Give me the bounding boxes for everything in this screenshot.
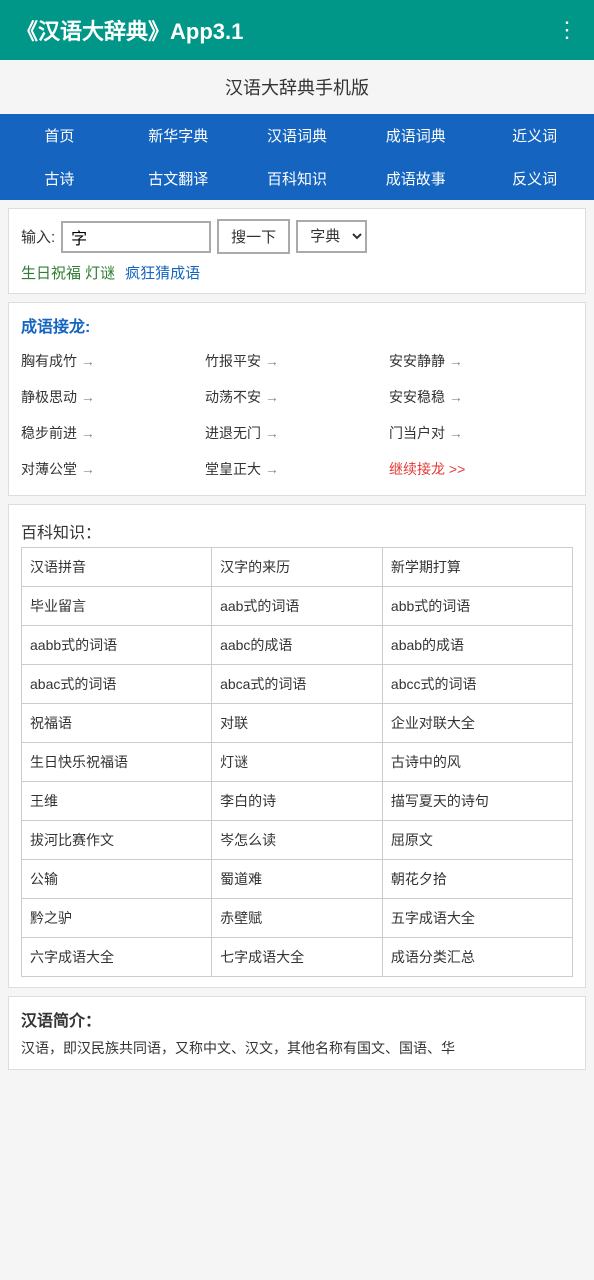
chengyu-item-8[interactable]: 门当户对 →: [389, 417, 573, 449]
nav-item-home[interactable]: 首页: [0, 114, 119, 157]
list-item[interactable]: aabc的成语: [212, 626, 383, 665]
list-item[interactable]: 朝花夕拾: [382, 860, 572, 899]
table-row: 祝福语对联企业对联大全: [22, 704, 573, 743]
chengyu-title: 成语接龙:: [21, 313, 573, 337]
list-item[interactable]: 毕业留言: [22, 587, 212, 626]
navigation: 首页 新华字典 汉语词典 成语词典 近义词 古诗 古文翻译 百科知识 成语故事 …: [0, 114, 594, 200]
list-item[interactable]: 描写夏天的诗句: [382, 782, 572, 821]
list-item[interactable]: aabb式的词语: [22, 626, 212, 665]
nav-item-gushi[interactable]: 古诗: [0, 157, 119, 200]
list-item[interactable]: abac式的词语: [22, 665, 212, 704]
list-item[interactable]: abb式的词语: [382, 587, 572, 626]
list-item[interactable]: 李白的诗: [212, 782, 383, 821]
table-row: 公输蜀道难朝花夕拾: [22, 860, 573, 899]
search-input[interactable]: [61, 221, 211, 253]
nav-item-hanyu-cidian[interactable]: 汉语词典: [238, 114, 357, 157]
list-item[interactable]: 黔之驴: [22, 899, 212, 938]
chengyu-grid: 胸有成竹 → 竹报平安 → 安安静静 → 静极思动 → 动荡不安 → 安安稳稳 …: [21, 345, 573, 485]
table-row: aabb式的词语aabc的成语abab的成语: [22, 626, 573, 665]
list-item[interactable]: 王维: [22, 782, 212, 821]
app-title: 《汉语大辞典》App3.1: [16, 14, 243, 46]
list-item[interactable]: 屈原文: [382, 821, 572, 860]
search-row: 输入: 搜一下 字典 词典 成语: [21, 219, 573, 254]
nav-item-chengyu-gushi[interactable]: 成语故事: [356, 157, 475, 200]
chengyu-section: 成语接龙: 胸有成竹 → 竹报平安 → 安安静静 → 静极思动 → 动荡不安 →…: [8, 302, 586, 496]
list-item[interactable]: 六字成语大全: [22, 938, 212, 977]
list-item[interactable]: 祝福语: [22, 704, 212, 743]
list-item[interactable]: 汉字的来历: [212, 548, 383, 587]
list-item[interactable]: 七字成语大全: [212, 938, 383, 977]
list-item[interactable]: abca式的词语: [212, 665, 383, 704]
chengyu-item-10[interactable]: 堂皇正大 →: [205, 453, 389, 485]
table-row: 拔河比赛作文岑怎么读屈原文: [22, 821, 573, 860]
description-section: 汉语简介： 汉语，即汉民族共同语，又称中文、汉文，其他名称有国文、国语、华: [8, 996, 586, 1070]
table-row: 汉语拼音汉字的来历新学期打算: [22, 548, 573, 587]
list-item[interactable]: 灯谜: [212, 743, 383, 782]
nav-item-xinhua[interactable]: 新华字典: [119, 114, 238, 157]
list-item[interactable]: 岑怎么读: [212, 821, 383, 860]
chengyu-item-6[interactable]: 稳步前进 →: [21, 417, 205, 449]
search-button[interactable]: 搜一下: [217, 219, 290, 254]
desc-text: 汉语，即汉民族共同语，又称中文、汉文，其他名称有国文、国语、华: [21, 1037, 573, 1059]
nav-item-jinyici[interactable]: 近义词: [475, 114, 594, 157]
list-item[interactable]: abcc式的词语: [382, 665, 572, 704]
list-item[interactable]: 古诗中的风: [382, 743, 572, 782]
baike-section: 百科知识： 汉语拼音汉字的来历新学期打算毕业留言aab式的词语abb式的词语aa…: [8, 504, 586, 988]
app-header: 《汉语大辞典》App3.1 ⋮: [0, 0, 594, 60]
search-links: 生日祝福 灯谜 疯狂猜成语: [21, 262, 573, 283]
list-item[interactable]: aab式的词语: [212, 587, 383, 626]
list-item[interactable]: 五字成语大全: [382, 899, 572, 938]
chengyu-item-0[interactable]: 胸有成竹 →: [21, 345, 205, 377]
list-item[interactable]: 拔河比赛作文: [22, 821, 212, 860]
birthday-riddle-link[interactable]: 生日祝福 灯谜: [21, 262, 115, 283]
baike-table: 汉语拼音汉字的来历新学期打算毕业留言aab式的词语abb式的词语aabb式的词语…: [21, 547, 573, 977]
table-row: 王维李白的诗描写夏天的诗句: [22, 782, 573, 821]
list-item[interactable]: 赤壁赋: [212, 899, 383, 938]
nav-item-fanyici[interactable]: 反义词: [475, 157, 594, 200]
baike-title: 百科知识：: [21, 519, 573, 543]
table-row: 六字成语大全七字成语大全成语分类汇总: [22, 938, 573, 977]
chengyu-item-2[interactable]: 安安静静 →: [389, 345, 573, 377]
table-row: 毕业留言aab式的词语abb式的词语: [22, 587, 573, 626]
chengyu-item-3[interactable]: 静极思动 →: [21, 381, 205, 413]
search-type-select[interactable]: 字典 词典 成语: [296, 220, 367, 253]
nav-item-chengyu-cidian[interactable]: 成语词典: [356, 114, 475, 157]
list-item[interactable]: 生日快乐祝福语: [22, 743, 212, 782]
search-label: 输入:: [21, 226, 55, 247]
chengyu-item-4[interactable]: 动荡不安 →: [205, 381, 389, 413]
chengyu-item-9[interactable]: 对薄公堂 →: [21, 453, 205, 485]
nav-item-baike[interactable]: 百科知识: [238, 157, 357, 200]
table-row: 生日快乐祝福语灯谜古诗中的风: [22, 743, 573, 782]
chengyu-continue-link[interactable]: 继续接龙 >>: [389, 453, 573, 485]
list-item[interactable]: 公输: [22, 860, 212, 899]
subtitle: 汉语大辞典手机版: [0, 60, 594, 114]
more-menu-icon[interactable]: ⋮: [556, 17, 578, 43]
list-item[interactable]: abab的成语: [382, 626, 572, 665]
nav-row-1: 首页 新华字典 汉语词典 成语词典 近义词: [0, 114, 594, 157]
list-item[interactable]: 蜀道难: [212, 860, 383, 899]
nav-item-guwen[interactable]: 古文翻译: [119, 157, 238, 200]
table-row: 黔之驴赤壁赋五字成语大全: [22, 899, 573, 938]
table-row: abac式的词语abca式的词语abcc式的词语: [22, 665, 573, 704]
desc-title: 汉语简介：: [21, 1007, 573, 1031]
chengyu-item-7[interactable]: 进退无门 →: [205, 417, 389, 449]
list-item[interactable]: 汉语拼音: [22, 548, 212, 587]
chengyu-item-5[interactable]: 安安稳稳 →: [389, 381, 573, 413]
list-item[interactable]: 企业对联大全: [382, 704, 572, 743]
chengyu-item-1[interactable]: 竹报平安 →: [205, 345, 389, 377]
guess-chengyu-link[interactable]: 疯狂猜成语: [125, 262, 200, 283]
search-section: 输入: 搜一下 字典 词典 成语 生日祝福 灯谜 疯狂猜成语: [8, 208, 586, 294]
list-item[interactable]: 新学期打算: [382, 548, 572, 587]
nav-row-2: 古诗 古文翻译 百科知识 成语故事 反义词: [0, 157, 594, 200]
list-item[interactable]: 对联: [212, 704, 383, 743]
list-item[interactable]: 成语分类汇总: [382, 938, 572, 977]
